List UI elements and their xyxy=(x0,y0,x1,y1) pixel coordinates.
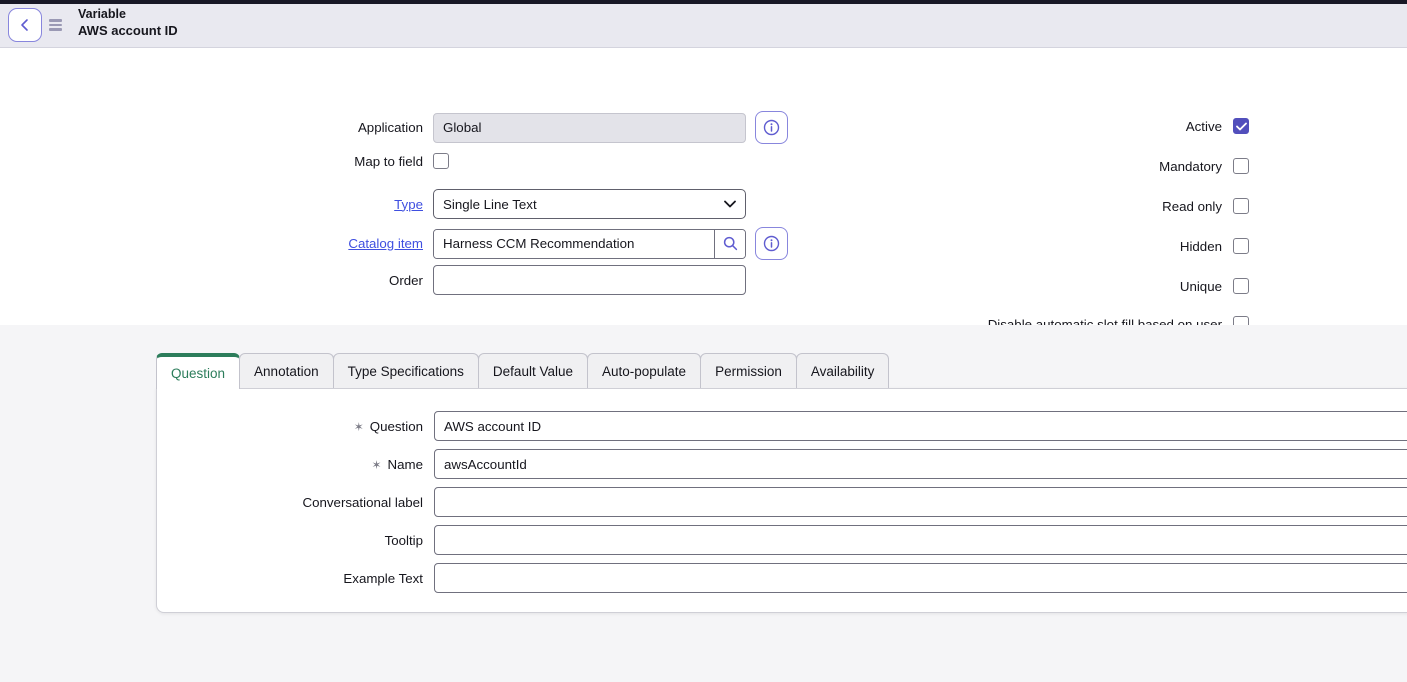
conversational-label-field-row: Conversational label xyxy=(157,487,1407,517)
unique-checkbox[interactable] xyxy=(1233,278,1249,294)
record-type-label: Variable xyxy=(78,7,178,23)
unique-row: Unique xyxy=(880,278,1249,294)
chevron-down-icon xyxy=(724,200,736,208)
question-field-label: ✶Question xyxy=(157,419,423,434)
application-info-button[interactable] xyxy=(755,111,788,144)
checkmark-icon xyxy=(1236,122,1247,131)
order-row: Order xyxy=(0,265,746,295)
hidden-label: Hidden xyxy=(1180,239,1222,254)
type-select[interactable]: Single Line Text xyxy=(433,189,746,219)
catalog-item-lookup xyxy=(433,229,746,259)
name-field-row: ✶Name xyxy=(157,449,1407,479)
tooltip-field-row: Tooltip xyxy=(157,525,1407,555)
tab-bar: QuestionAnnotationType SpecificationsDef… xyxy=(156,353,1407,388)
question-field-row: ✶Question xyxy=(157,411,1407,441)
map-to-field-row: Map to field xyxy=(0,153,449,169)
hidden-checkbox[interactable] xyxy=(1233,238,1249,254)
application-input[interactable] xyxy=(433,113,746,143)
mandatory-row: Mandatory xyxy=(880,158,1249,174)
type-row: Type Single Line Text xyxy=(0,189,746,219)
tab-type-specifications[interactable]: Type Specifications xyxy=(333,353,479,388)
tab-card: QuestionAnnotationType SpecificationsDef… xyxy=(156,353,1407,613)
record-title: Variable AWS account ID xyxy=(78,7,178,38)
question-tab-panel: ✶Question ✶Name Conversational label Toolti… xyxy=(156,388,1407,613)
type-label-link[interactable]: Type xyxy=(0,197,423,212)
read-only-row: Read only xyxy=(880,198,1249,214)
type-select-value: Single Line Text xyxy=(443,197,724,212)
active-label: Active xyxy=(1186,119,1222,134)
conversational-label-input[interactable] xyxy=(434,487,1407,517)
catalog-item-label-link[interactable]: Catalog item xyxy=(0,236,423,251)
catalog-item-info-button[interactable] xyxy=(755,227,788,260)
hamburger-icon xyxy=(49,19,62,21)
read-only-checkbox[interactable] xyxy=(1233,198,1249,214)
unique-label: Unique xyxy=(1180,279,1222,294)
active-row: Active xyxy=(880,118,1249,134)
context-menu-button[interactable] xyxy=(49,15,67,35)
example-text-field-row: Example Text xyxy=(157,563,1407,593)
tab-auto-populate[interactable]: Auto-populate xyxy=(587,353,701,388)
form-header: Variable AWS account ID xyxy=(0,4,1407,48)
catalog-item-row: Catalog item xyxy=(0,227,788,260)
variable-form-screen: Variable AWS account ID Application Map … xyxy=(0,0,1407,682)
application-label: Application xyxy=(0,120,423,135)
info-circle-icon xyxy=(763,119,780,136)
catalog-item-search-button[interactable] xyxy=(714,230,745,258)
active-checkbox[interactable] xyxy=(1233,118,1249,134)
conversational-label-field-label: Conversational label xyxy=(157,495,423,510)
mandatory-label: Mandatory xyxy=(1159,159,1222,174)
example-text-field-label: Example Text xyxy=(157,571,423,586)
tab-default-value[interactable]: Default Value xyxy=(478,353,588,388)
hidden-row: Hidden xyxy=(880,238,1249,254)
form-main-area: Application Map to field Type Single Lin… xyxy=(0,48,1407,325)
required-asterisk-icon: ✶ xyxy=(371,458,381,472)
map-to-field-checkbox[interactable] xyxy=(433,153,449,169)
tab-section-background: QuestionAnnotationType SpecificationsDef… xyxy=(0,325,1407,682)
tab-annotation[interactable]: Annotation xyxy=(239,353,334,388)
name-input[interactable] xyxy=(434,449,1407,479)
question-input[interactable] xyxy=(434,411,1407,441)
back-button[interactable] xyxy=(8,8,42,42)
tooltip-field-label: Tooltip xyxy=(157,533,423,548)
info-circle-icon xyxy=(763,235,780,252)
required-asterisk-icon: ✶ xyxy=(354,420,364,434)
read-only-label: Read only xyxy=(1162,199,1222,214)
record-name-label: AWS account ID xyxy=(78,23,178,39)
application-row: Application xyxy=(0,111,788,144)
map-to-field-label: Map to field xyxy=(0,154,423,169)
mandatory-checkbox[interactable] xyxy=(1233,158,1249,174)
tab-permission[interactable]: Permission xyxy=(700,353,797,388)
chevron-left-icon xyxy=(18,18,32,32)
tab-availability[interactable]: Availability xyxy=(796,353,890,388)
name-field-label: ✶Name xyxy=(157,457,423,472)
example-text-input[interactable] xyxy=(434,563,1407,593)
order-input[interactable] xyxy=(433,265,746,295)
tab-question[interactable]: Question xyxy=(156,353,240,389)
order-label: Order xyxy=(0,273,423,288)
tooltip-input[interactable] xyxy=(434,525,1407,555)
catalog-item-input[interactable] xyxy=(434,230,714,258)
magnifier-icon xyxy=(723,236,738,251)
